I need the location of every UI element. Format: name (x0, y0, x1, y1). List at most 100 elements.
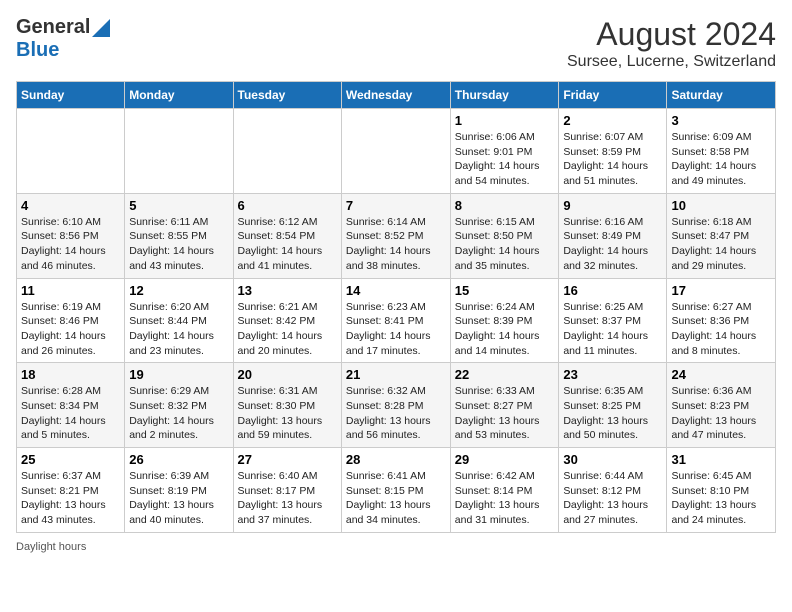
calendar-cell: 16 Sunrise: 6:25 AM Sunset: 8:37 PM Dayli… (559, 278, 667, 363)
calendar-week-5: 25 Sunrise: 6:37 AM Sunset: 8:21 PM Dayli… (17, 448, 776, 533)
calendar-week-1: 1Sunrise: 6:06 AM Sunset: 9:01 PM Daylig… (17, 109, 776, 194)
day-info: Sunrise: 6:18 AM Sunset: 8:47 PM Dayligh… (671, 215, 771, 274)
day-info: Sunrise: 6:21 AM Sunset: 8:42 PM Dayligh… (238, 300, 337, 359)
day-number: 14 (346, 283, 446, 298)
day-number: 20 (238, 367, 337, 382)
day-info: Sunrise: 6:11 AM Sunset: 8:55 PM Dayligh… (129, 215, 228, 274)
calendar-cell: 4 Sunrise: 6:10 AM Sunset: 8:56 PM Daylig… (17, 193, 125, 278)
day-number: 11 (21, 283, 120, 298)
day-number: 2 (563, 113, 662, 128)
day-number: 17 (671, 283, 771, 298)
calendar-cell: 8 Sunrise: 6:15 AM Sunset: 8:50 PM Daylig… (450, 193, 559, 278)
column-header-saturday: Saturday (667, 82, 776, 109)
day-info: Sunrise: 6:15 AM Sunset: 8:50 PM Dayligh… (455, 215, 555, 274)
calendar-header-row: SundayMondayTuesdayWednesdayThursdayFrid… (17, 82, 776, 109)
day-number: 6 (238, 198, 337, 213)
day-info: Sunrise: 6:09 AM Sunset: 8:58 PM Dayligh… (671, 130, 771, 189)
day-info: Sunrise: 6:42 AM Sunset: 8:14 PM Dayligh… (455, 469, 555, 528)
day-number: 16 (563, 283, 662, 298)
calendar-cell: 2Sunrise: 6:07 AM Sunset: 8:59 PM Daylig… (559, 109, 667, 194)
footer: Daylight hours (16, 541, 776, 553)
calendar-cell: 28 Sunrise: 6:41 AM Sunset: 8:15 PM Dayli… (341, 448, 450, 533)
day-number: 9 (563, 198, 662, 213)
day-info: Sunrise: 6:25 AM Sunset: 8:37 PM Dayligh… (563, 300, 662, 359)
day-number: 24 (671, 367, 771, 382)
day-info: Sunrise: 6:45 AM Sunset: 8:10 PM Dayligh… (671, 469, 771, 528)
day-info: Sunrise: 6:44 AM Sunset: 8:12 PM Dayligh… (563, 469, 662, 528)
column-header-friday: Friday (559, 82, 667, 109)
calendar-week-2: 4 Sunrise: 6:10 AM Sunset: 8:56 PM Daylig… (17, 193, 776, 278)
day-number: 4 (21, 198, 120, 213)
column-header-thursday: Thursday (450, 82, 559, 109)
day-info: Sunrise: 6:36 AM Sunset: 8:23 PM Dayligh… (671, 384, 771, 443)
column-header-wednesday: Wednesday (341, 82, 450, 109)
calendar-cell: 14 Sunrise: 6:23 AM Sunset: 8:41 PM Dayli… (341, 278, 450, 363)
day-number: 25 (21, 452, 120, 467)
logo-general-text: General (16, 16, 90, 39)
day-info: Sunrise: 6:32 AM Sunset: 8:28 PM Dayligh… (346, 384, 446, 443)
calendar-cell (341, 109, 450, 194)
calendar-cell: 23Sunrise: 6:35 AM Sunset: 8:25 PM Dayli… (559, 363, 667, 448)
column-header-monday: Monday (125, 82, 233, 109)
day-info: Sunrise: 6:24 AM Sunset: 8:39 PM Dayligh… (455, 300, 555, 359)
day-number: 21 (346, 367, 446, 382)
day-number: 18 (21, 367, 120, 382)
day-info: Sunrise: 6:33 AM Sunset: 8:27 PM Dayligh… (455, 384, 555, 443)
calendar-cell: 22 Sunrise: 6:33 AM Sunset: 8:27 PM Dayli… (450, 363, 559, 448)
day-info: Sunrise: 6:14 AM Sunset: 8:52 PM Dayligh… (346, 215, 446, 274)
day-number: 30 (563, 452, 662, 467)
day-info: Sunrise: 6:27 AM Sunset: 8:36 PM Dayligh… (671, 300, 771, 359)
day-info: Sunrise: 6:20 AM Sunset: 8:44 PM Dayligh… (129, 300, 228, 359)
calendar-table: SundayMondayTuesdayWednesdayThursdayFrid… (16, 81, 776, 533)
day-number: 5 (129, 198, 228, 213)
calendar-cell: 29 Sunrise: 6:42 AM Sunset: 8:14 PM Dayli… (450, 448, 559, 533)
calendar-cell: 20 Sunrise: 6:31 AM Sunset: 8:30 PM Dayli… (233, 363, 341, 448)
day-number: 29 (455, 452, 555, 467)
day-info: Sunrise: 6:31 AM Sunset: 8:30 PM Dayligh… (238, 384, 337, 443)
day-number: 10 (671, 198, 771, 213)
day-number: 19 (129, 367, 228, 382)
day-info: Sunrise: 6:39 AM Sunset: 8:19 PM Dayligh… (129, 469, 228, 528)
day-info: Sunrise: 6:29 AM Sunset: 8:32 PM Dayligh… (129, 384, 228, 443)
footer-text: Daylight hours (16, 541, 86, 553)
logo-triangle-icon (92, 19, 110, 37)
column-header-tuesday: Tuesday (233, 82, 341, 109)
calendar-cell: 18 Sunrise: 6:28 AM Sunset: 8:34 PM Dayli… (17, 363, 125, 448)
calendar-cell: 12Sunrise: 6:20 AM Sunset: 8:44 PM Dayli… (125, 278, 233, 363)
calendar-cell: 1Sunrise: 6:06 AM Sunset: 9:01 PM Daylig… (450, 109, 559, 194)
calendar-cell: 31 Sunrise: 6:45 AM Sunset: 8:10 PM Dayli… (667, 448, 776, 533)
day-info: Sunrise: 6:37 AM Sunset: 8:21 PM Dayligh… (21, 469, 120, 528)
title-block: August 2024 Sursee, Lucerne, Switzerland (567, 16, 776, 71)
logo: General Blue (16, 16, 110, 62)
day-number: 3 (671, 113, 771, 128)
calendar-cell: 21 Sunrise: 6:32 AM Sunset: 8:28 PM Dayli… (341, 363, 450, 448)
calendar-cell: 9 Sunrise: 6:16 AM Sunset: 8:49 PM Daylig… (559, 193, 667, 278)
page-header: General Blue August 2024 Sursee, Lucerne… (16, 16, 776, 71)
page-subtitle: Sursee, Lucerne, Switzerland (567, 53, 776, 71)
day-number: 26 (129, 452, 228, 467)
calendar-cell: 13 Sunrise: 6:21 AM Sunset: 8:42 PM Dayli… (233, 278, 341, 363)
calendar-cell: 6 Sunrise: 6:12 AM Sunset: 8:54 PM Daylig… (233, 193, 341, 278)
day-number: 28 (346, 452, 446, 467)
day-info: Sunrise: 6:23 AM Sunset: 8:41 PM Dayligh… (346, 300, 446, 359)
day-number: 22 (455, 367, 555, 382)
day-info: Sunrise: 6:16 AM Sunset: 8:49 PM Dayligh… (563, 215, 662, 274)
day-number: 15 (455, 283, 555, 298)
day-info: Sunrise: 6:28 AM Sunset: 8:34 PM Dayligh… (21, 384, 120, 443)
calendar-cell: 17 Sunrise: 6:27 AM Sunset: 8:36 PM Dayli… (667, 278, 776, 363)
day-number: 7 (346, 198, 446, 213)
calendar-cell (125, 109, 233, 194)
day-number: 8 (455, 198, 555, 213)
calendar-cell: 30 Sunrise: 6:44 AM Sunset: 8:12 PM Dayli… (559, 448, 667, 533)
day-info: Sunrise: 6:35 AM Sunset: 8:25 PM Dayligh… (563, 384, 662, 443)
day-number: 31 (671, 452, 771, 467)
day-info: Sunrise: 6:40 AM Sunset: 8:17 PM Dayligh… (238, 469, 337, 528)
day-number: 1 (455, 113, 555, 128)
day-info: Sunrise: 6:12 AM Sunset: 8:54 PM Dayligh… (238, 215, 337, 274)
page-title: August 2024 (567, 16, 776, 53)
calendar-cell: 27Sunrise: 6:40 AM Sunset: 8:17 PM Dayli… (233, 448, 341, 533)
calendar-cell: 26 Sunrise: 6:39 AM Sunset: 8:19 PM Dayli… (125, 448, 233, 533)
day-info: Sunrise: 6:10 AM Sunset: 8:56 PM Dayligh… (21, 215, 120, 274)
day-info: Sunrise: 6:41 AM Sunset: 8:15 PM Dayligh… (346, 469, 446, 528)
day-number: 13 (238, 283, 337, 298)
